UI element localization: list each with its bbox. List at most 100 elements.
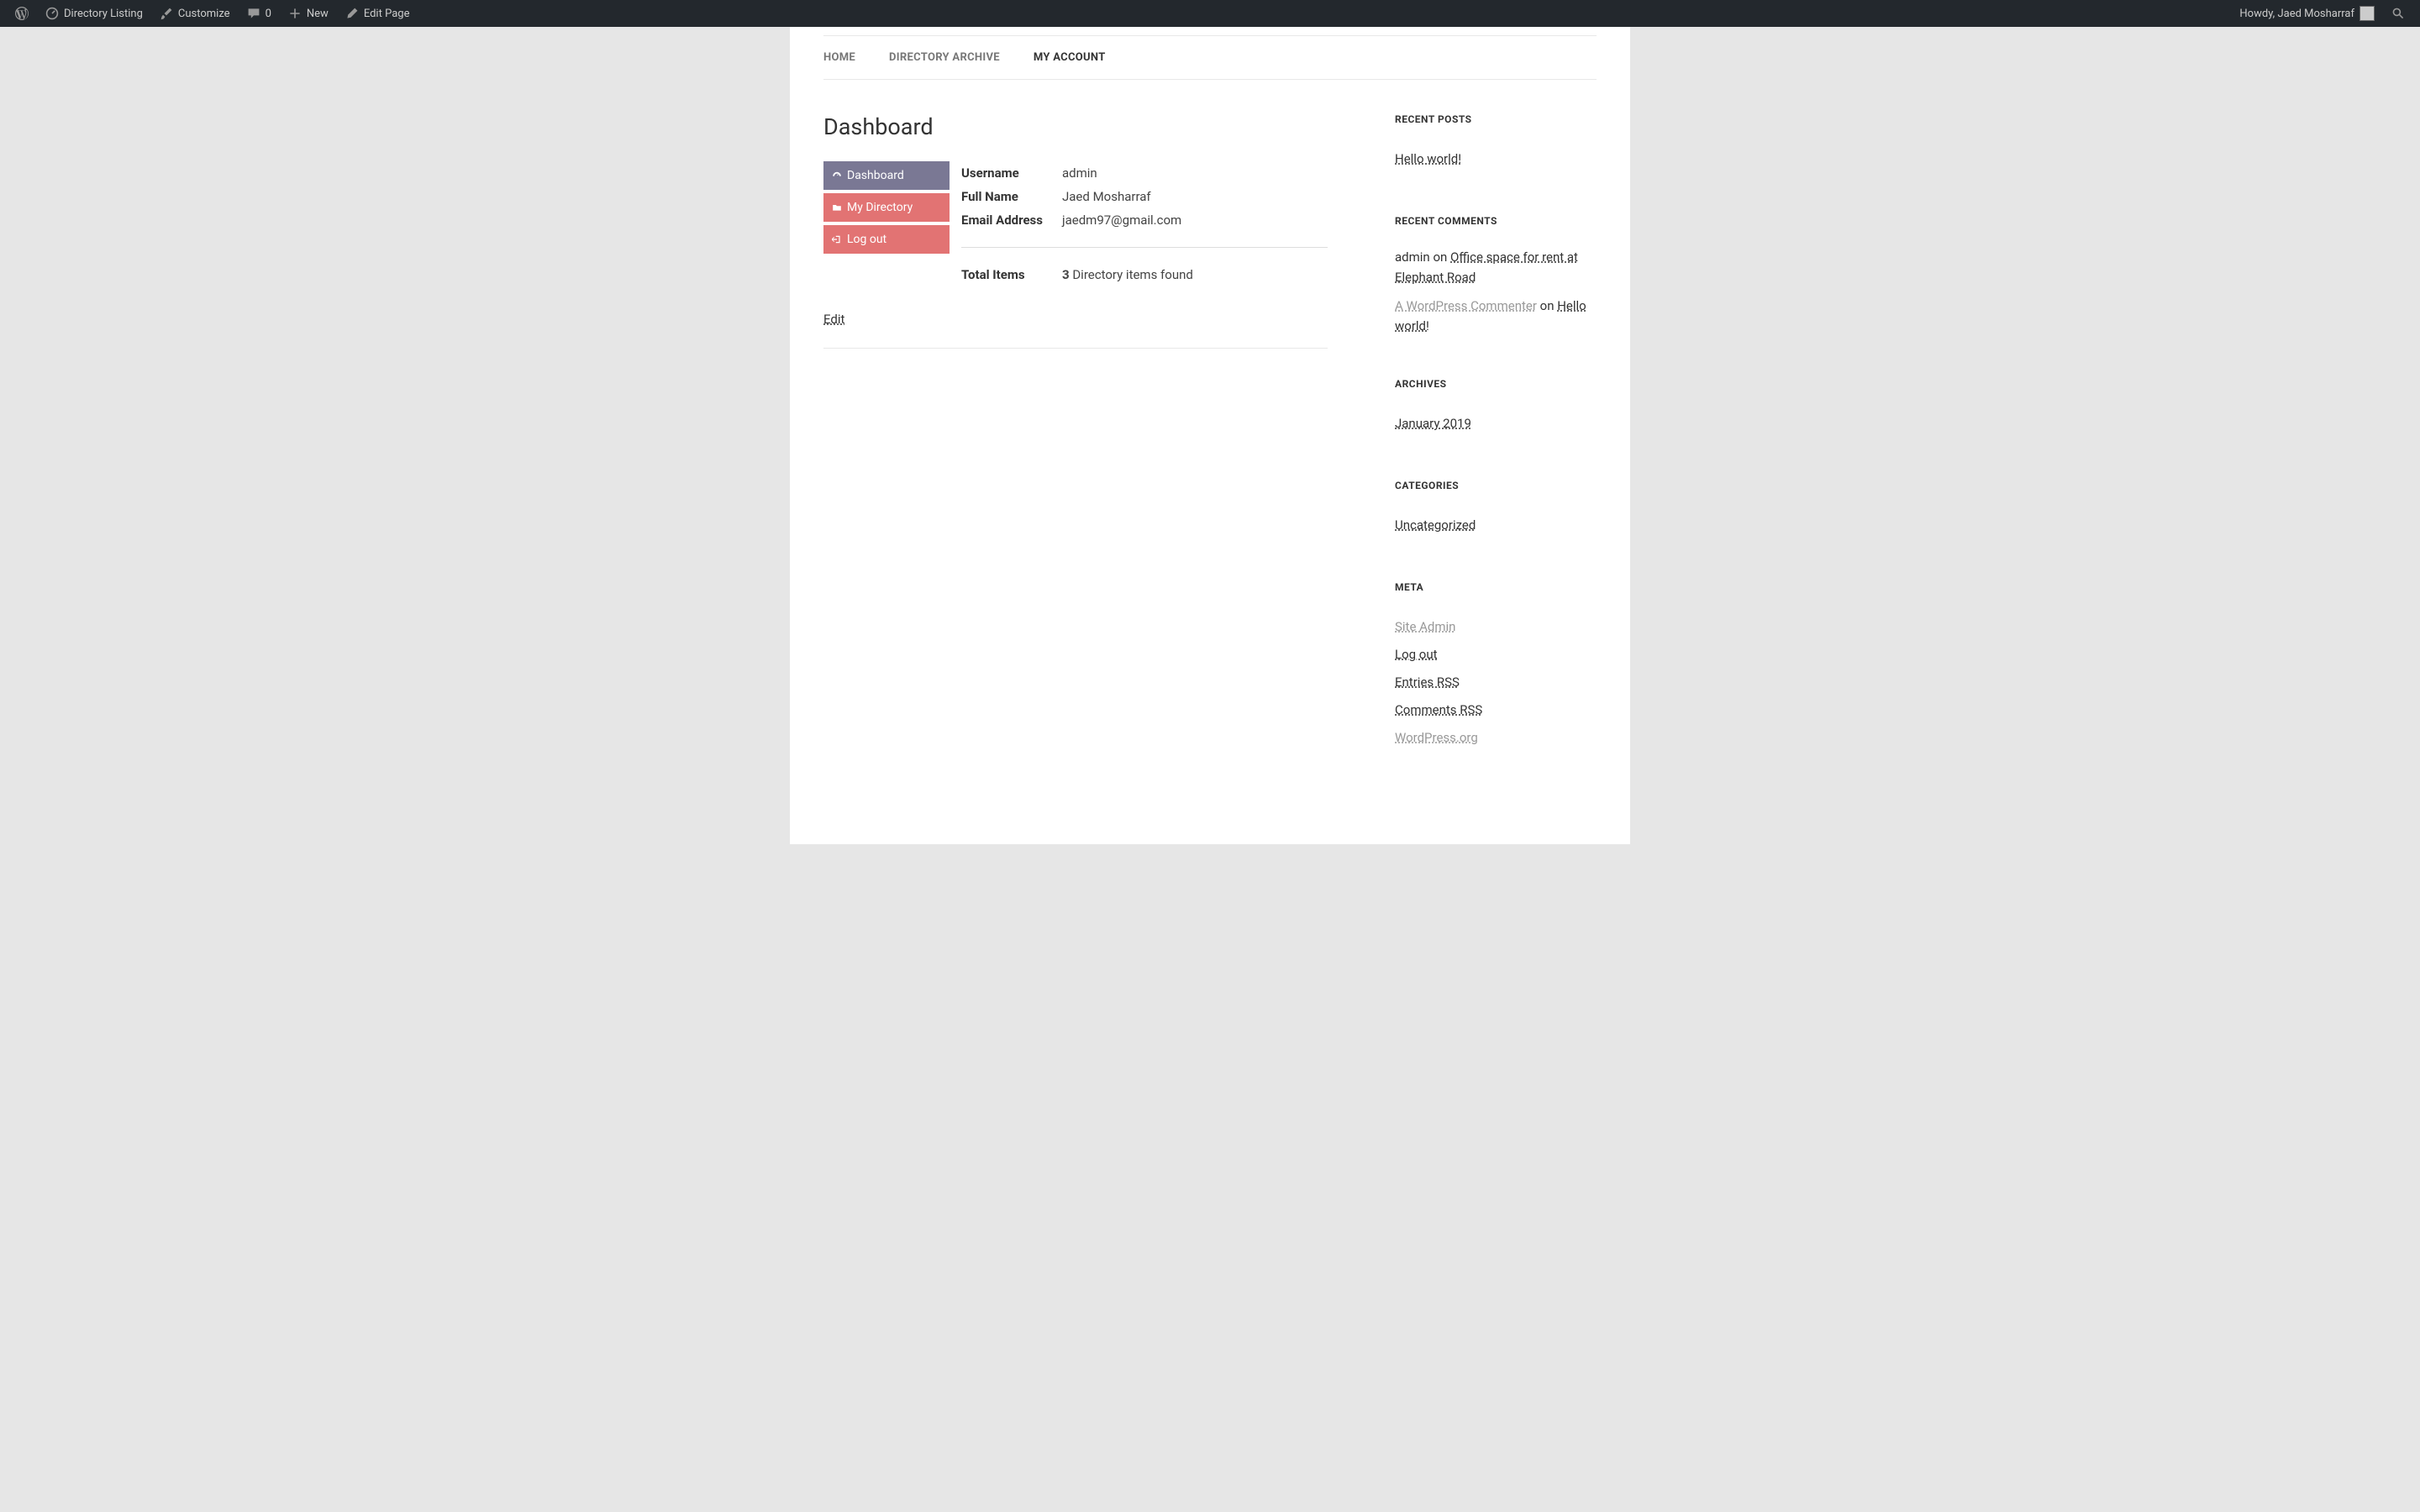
list-item: Site Admin bbox=[1395, 613, 1597, 641]
email-value: jaedm97@gmail.com bbox=[1062, 213, 1181, 228]
categories-list: Uncategorized bbox=[1395, 512, 1597, 539]
fullname-label: Full Name bbox=[961, 189, 1062, 204]
username-label: Username bbox=[961, 165, 1062, 181]
list-item: A WordPress Commenter on Hello world! bbox=[1395, 296, 1597, 336]
new-label: New bbox=[307, 8, 329, 20]
dashboard-nav: Dashboard My Directory Log out bbox=[823, 161, 950, 286]
meta-link-site-admin[interactable]: Site Admin bbox=[1395, 619, 1455, 634]
dashboard-wrap: Dashboard My Directory Log out Username … bbox=[823, 161, 1328, 286]
nav-archive[interactable]: DIRECTORY ARCHIVE bbox=[889, 51, 1000, 64]
content-wrap: Dashboard Dashboard My Directory Log out bbox=[823, 113, 1597, 794]
on-text: on bbox=[1537, 298, 1557, 313]
list-item: admin on Office space for rent at Ele­ph… bbox=[1395, 247, 1597, 287]
site-link[interactable]: Directory Listing bbox=[37, 0, 151, 27]
widget-title-recent-comments: RECENT COMMENTS bbox=[1395, 215, 1597, 227]
row-fullname: Full Name Jaed Mosharraf bbox=[961, 185, 1328, 208]
meta-link-logout[interactable]: Log out bbox=[1395, 647, 1438, 662]
customize-label: Customize bbox=[178, 8, 230, 20]
widget-title-archives: ARCHIVES bbox=[1395, 378, 1597, 390]
nav-home[interactable]: HOME bbox=[823, 51, 855, 64]
main-column: Dashboard Dashboard My Directory Log out bbox=[823, 113, 1328, 794]
search-icon bbox=[2391, 7, 2405, 20]
gauge-icon bbox=[832, 171, 842, 181]
meta-link-entries-rss[interactable]: Entries RSS bbox=[1395, 675, 1460, 690]
dashnav-my-directory[interactable]: My Directory bbox=[823, 193, 950, 222]
meta-list: Site Admin Log out Entries RSS Comments … bbox=[1395, 613, 1597, 752]
category-link[interactable]: Uncategorized bbox=[1395, 517, 1476, 533]
row-email: Email Address jaedm97@gmail.com bbox=[961, 208, 1328, 232]
comment-icon bbox=[247, 7, 260, 20]
primary-nav: HOME DIRECTORY ARCHIVE MY ACCOUNT bbox=[823, 35, 1597, 80]
edit-page-link[interactable]: Edit Page bbox=[337, 0, 418, 27]
dashnav-my-directory-label: My Directory bbox=[847, 201, 913, 214]
site-name-label: Directory Listing bbox=[64, 8, 143, 20]
dashnav-logout-label: Log out bbox=[847, 233, 886, 246]
widget-categories: CATEGORIES Uncategorized bbox=[1395, 480, 1597, 539]
widget-title-categories: CATEGORIES bbox=[1395, 480, 1597, 491]
widget-recent-comments: RECENT COMMENTS admin on Office space fo… bbox=[1395, 215, 1597, 336]
page-container: HOME DIRECTORY ARCHIVE MY ACCOUNT Dashbo… bbox=[790, 27, 1630, 844]
pencil-icon bbox=[345, 7, 359, 20]
list-item: Log out bbox=[1395, 641, 1597, 669]
total-label: Total Items bbox=[961, 267, 1062, 282]
search-toggle[interactable] bbox=[2383, 0, 2413, 27]
customize-link[interactable]: Customize bbox=[151, 0, 239, 27]
comments-count: 0 bbox=[266, 8, 271, 20]
widget-title-recent-posts: RECENT POSTS bbox=[1395, 113, 1597, 125]
edit-link[interactable]: Edit bbox=[823, 312, 844, 327]
list-item: WordPress.org bbox=[1395, 724, 1597, 752]
username-value: admin bbox=[1062, 165, 1097, 181]
admin-bar: Directory Listing Customize 0 New Edit P… bbox=[0, 0, 2420, 27]
howdy-link[interactable]: Howdy, Jaed Mosharraf bbox=[2231, 0, 2383, 27]
row-username: Username admin bbox=[961, 161, 1328, 185]
total-suffix: Directory items found bbox=[1070, 267, 1193, 282]
avatar bbox=[2360, 6, 2375, 21]
fullname-value: Jaed Mosharraf bbox=[1062, 189, 1151, 204]
recent-comments-list: admin on Office space for rent at Ele­ph… bbox=[1395, 247, 1597, 336]
new-link[interactable]: New bbox=[280, 0, 337, 27]
divider bbox=[961, 247, 1328, 248]
list-item: Hello world! bbox=[1395, 145, 1597, 173]
edit-page-label: Edit Page bbox=[364, 8, 410, 20]
wordpress-icon bbox=[15, 7, 29, 20]
logout-icon bbox=[832, 234, 842, 244]
nav-account[interactable]: MY ACCOUNT bbox=[1034, 51, 1106, 64]
widget-title-meta: META bbox=[1395, 581, 1597, 593]
total-count: 3 bbox=[1062, 267, 1070, 282]
sidebar: RECENT POSTS Hello world! RECENT COMMENT… bbox=[1395, 113, 1597, 794]
recent-posts-list: Hello world! bbox=[1395, 145, 1597, 173]
archive-link[interactable]: January 2019 bbox=[1395, 416, 1471, 431]
on-text: on bbox=[1430, 249, 1450, 265]
meta-link-comments-rss[interactable]: Comments RSS bbox=[1395, 702, 1482, 717]
page-title: Dashboard bbox=[823, 113, 1328, 140]
dashboard-icon bbox=[45, 7, 59, 20]
email-label: Email Address bbox=[961, 213, 1062, 228]
list-item: Comments RSS bbox=[1395, 696, 1597, 724]
widget-recent-posts: RECENT POSTS Hello world! bbox=[1395, 113, 1597, 173]
dashnav-logout[interactable]: Log out bbox=[823, 225, 950, 254]
comments-link[interactable]: 0 bbox=[239, 0, 280, 27]
recent-post-link[interactable]: Hello world! bbox=[1395, 151, 1461, 166]
howdy-label: Howdy, Jaed Mosharraf bbox=[2239, 8, 2354, 20]
total-value: 3 Directory items found bbox=[1062, 267, 1193, 282]
list-item: January 2019 bbox=[1395, 410, 1597, 438]
comment-author-link[interactable]: A WordPress Commenter bbox=[1395, 298, 1537, 313]
widget-meta: META Site Admin Log out Entries RSS Comm… bbox=[1395, 581, 1597, 752]
row-total: Total Items 3 Directory items found bbox=[961, 263, 1328, 286]
wp-logo[interactable] bbox=[7, 0, 37, 27]
admin-bar-left: Directory Listing Customize 0 New Edit P… bbox=[7, 0, 418, 27]
brush-icon bbox=[160, 7, 173, 20]
comment-author: admin bbox=[1395, 249, 1430, 265]
admin-bar-right: Howdy, Jaed Mosharraf bbox=[2231, 0, 2413, 27]
bottom-divider bbox=[823, 348, 1328, 349]
archives-list: January 2019 bbox=[1395, 410, 1597, 438]
widget-archives: ARCHIVES January 2019 bbox=[1395, 378, 1597, 438]
meta-link-wordpress[interactable]: WordPress.org bbox=[1395, 730, 1478, 745]
dashboard-body: Username admin Full Name Jaed Mosharraf … bbox=[961, 161, 1328, 286]
list-item: Entries RSS bbox=[1395, 669, 1597, 696]
dashnav-dashboard-label: Dashboard bbox=[847, 169, 904, 182]
plus-icon bbox=[288, 7, 302, 20]
list-item: Uncategorized bbox=[1395, 512, 1597, 539]
dashnav-dashboard[interactable]: Dashboard bbox=[823, 161, 950, 190]
folder-icon bbox=[832, 202, 842, 213]
